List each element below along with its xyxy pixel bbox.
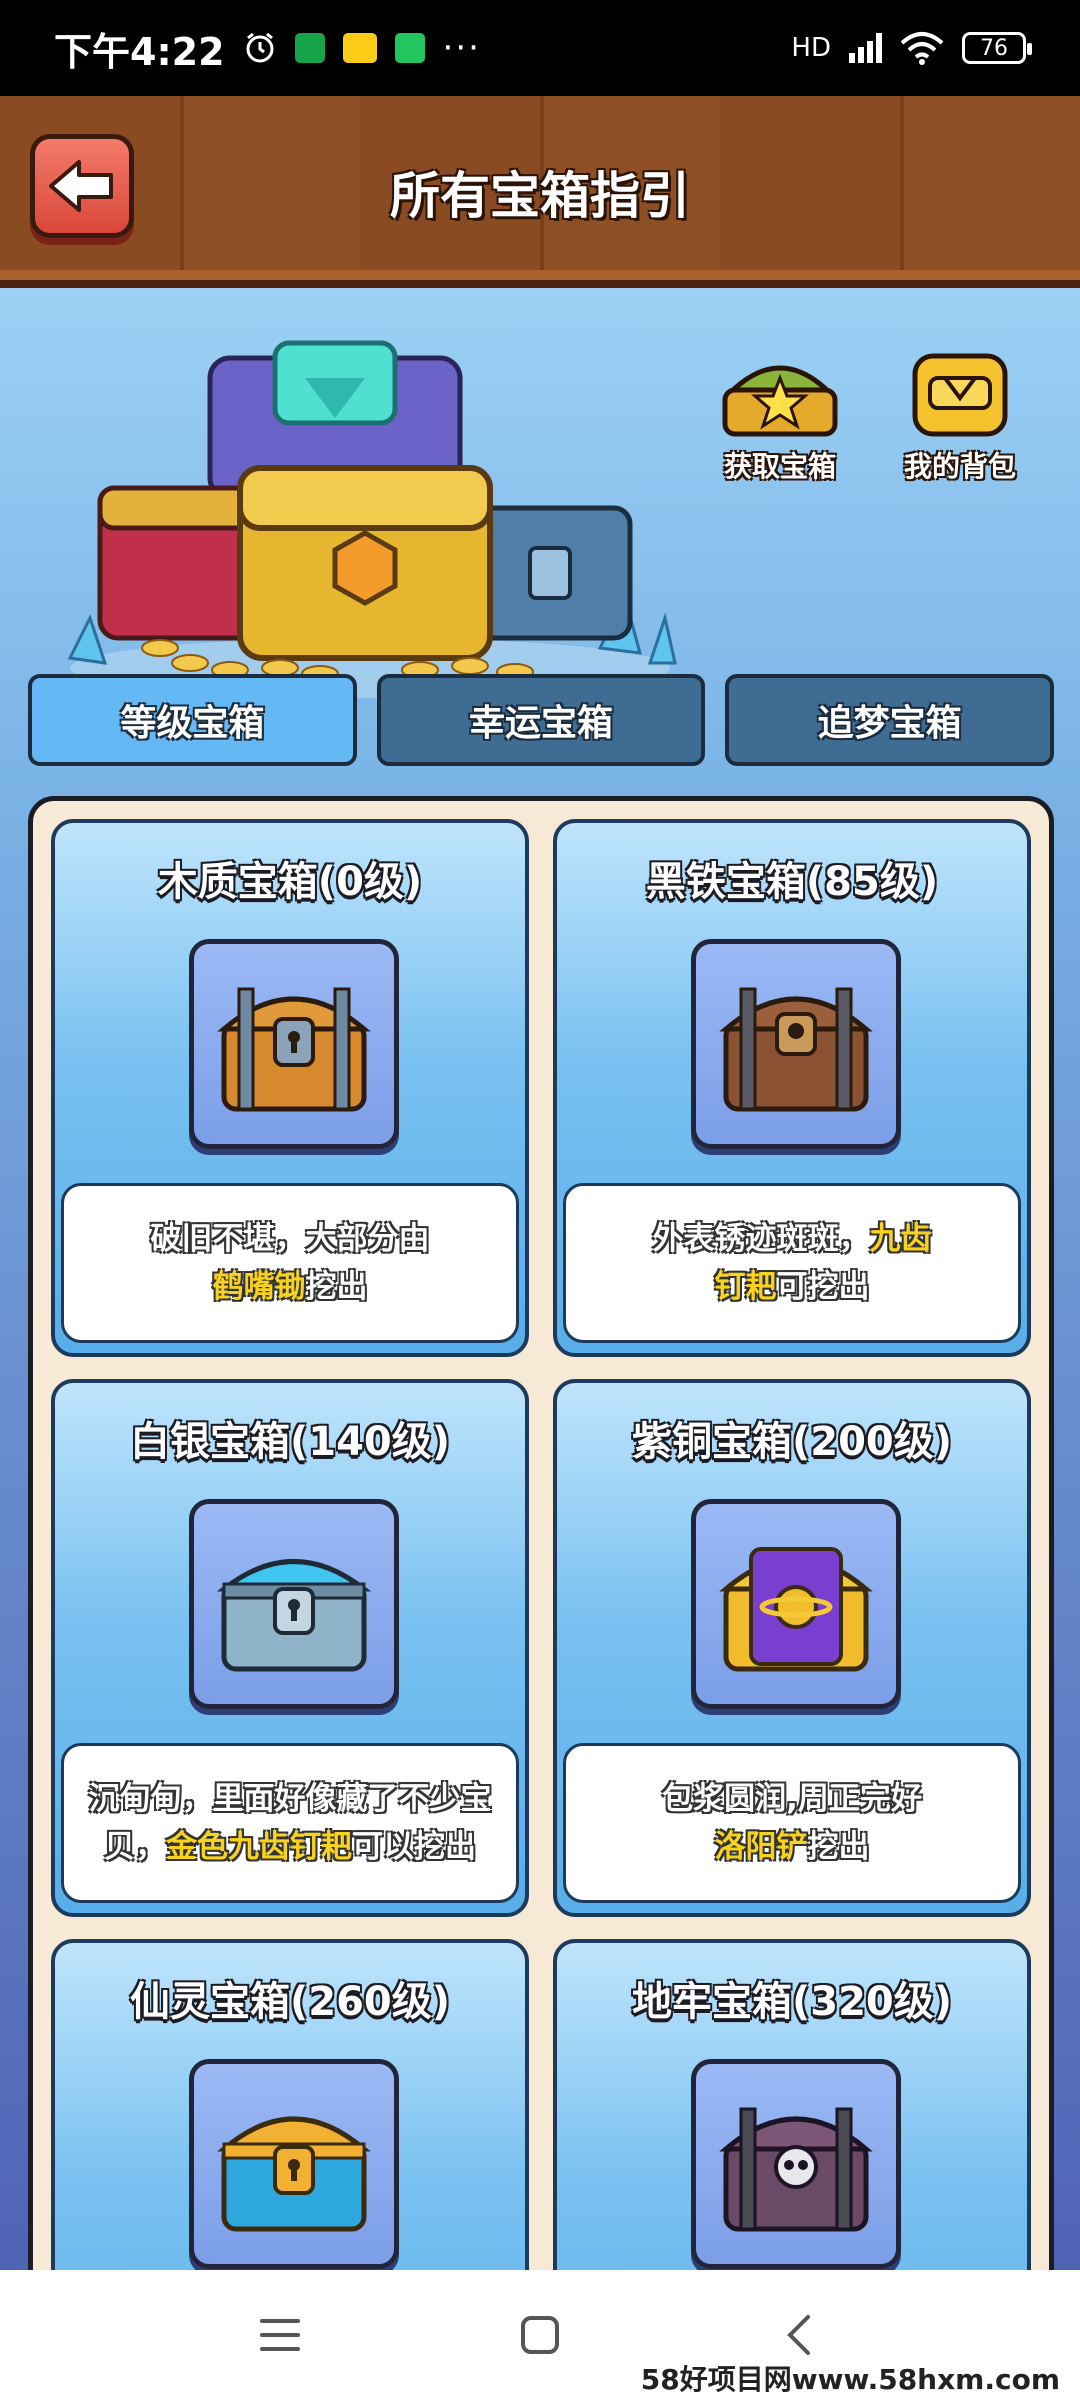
my-backpack-label: 我的背包 <box>903 450 1016 483</box>
watermark-text: 58好项目网www.58hxm.com <box>640 2363 1060 2396</box>
tab-dream-chest[interactable]: 追梦宝箱 <box>725 674 1055 766</box>
desc-line: 贝， <box>104 1829 166 1865</box>
chest-card-fairy[interactable]: 仙灵宝箱(260级) <box>51 1939 529 2270</box>
status-time: 下午4:22 <box>54 29 225 74</box>
alarm-icon <box>246 32 274 63</box>
chevron-left-icon <box>787 2315 810 2355</box>
menu-icon <box>260 2319 300 2351</box>
purple-gold-chest-icon <box>719 1547 873 1672</box>
chest-description: 破旧不堪，大部分由 鹤嘴锄挖出 <box>61 1183 519 1343</box>
chest-list-panel: 木质宝箱(0级) 破旧不堪，大部分由 鹤嘴锄挖出 黑铁宝箱(85级) 外表锈迹斑… <box>28 796 1054 2270</box>
get-chest-label: 获取宝箱 <box>723 450 836 483</box>
get-chest-button[interactable]: 获取宝箱 <box>705 348 855 485</box>
chest-image-frame <box>691 1499 901 1709</box>
tool-highlight: 洛阳铲 <box>714 1829 808 1865</box>
tool-highlight: 金色九齿钉耙 <box>166 1829 352 1865</box>
chest-title: 仙灵宝箱(260级) <box>129 1979 451 2025</box>
chest-title: 紫铜宝箱(200级) <box>631 1419 953 1465</box>
battery-icon: 76 <box>962 32 1032 64</box>
chest-card-dungeon[interactable]: 地牢宝箱(320级) <box>553 1939 1031 2270</box>
dungeon-skull-chest-icon <box>719 2107 873 2232</box>
chest-description: 外表锈迹斑斑，九齿 钉耙可挖出 <box>563 1183 1021 1343</box>
tab-lucky-chest[interactable]: 幸运宝箱 <box>376 674 706 766</box>
silver-chest-icon <box>216 1559 372 1672</box>
fairy-chest-icon <box>217 2116 371 2232</box>
desc-line: 挖出 <box>305 1269 368 1305</box>
chest-card-silver[interactable]: 白银宝箱(140级) 沉甸甸，里面好像藏了不少宝 贝，金色九齿钉耙可以挖出 <box>51 1379 529 1917</box>
chest-image-frame <box>189 2059 399 2269</box>
my-backpack-button[interactable]: 我的背包 <box>885 348 1035 485</box>
chest-image-frame <box>691 2059 901 2269</box>
chest-description: 包浆圆润,周正完好 洛阳铲挖出 <box>563 1743 1021 1903</box>
desc-line: 破旧不堪，大部分由 <box>150 1221 430 1257</box>
status-bar: 下午4:22 ··· HD 76 <box>0 0 1080 96</box>
more-notifications-icon: ··· <box>442 28 481 68</box>
home-button[interactable] <box>510 2305 570 2365</box>
chest-image-frame <box>189 939 399 1149</box>
chest-pile-illustration <box>67 340 677 698</box>
chest-card-iron[interactable]: 黑铁宝箱(85级) 外表锈迹斑斑，九齿 钉耙可挖出 <box>553 819 1031 1357</box>
meituan-app-icon <box>342 33 377 63</box>
desc-line: 挖出 <box>807 1829 870 1865</box>
chest-description: 沉甸甸，里面好像藏了不少宝 贝，金色九齿钉耙可以挖出 <box>61 1743 519 1903</box>
chest-card-wooden[interactable]: 木质宝箱(0级) 破旧不堪，大部分由 鹤嘴锄挖出 <box>51 819 529 1357</box>
home-square-icon <box>521 2316 559 2354</box>
download-app-icon <box>294 33 325 63</box>
tool-highlight: 鹤嘴锄 <box>212 1269 306 1305</box>
desc-line: 可挖出 <box>776 1269 870 1305</box>
wooden-chest-icon <box>217 987 371 1112</box>
chest-title: 黑铁宝箱(85级) <box>645 859 939 905</box>
main-content: 获取宝箱 我的背包 等级宝箱 幸运宝箱 追梦宝箱 木质宝箱(0级) 破旧不堪，大… <box>0 288 1080 2270</box>
header-bar: 所有宝箱指引 <box>0 96 1080 288</box>
backpack-icon <box>912 353 1008 437</box>
chest-grid: 木质宝箱(0级) 破旧不堪，大部分由 鹤嘴锄挖出 黑铁宝箱(85级) 外表锈迹斑… <box>51 819 1031 2270</box>
tool-highlight: 九齿 <box>869 1221 932 1257</box>
wifi-icon <box>900 32 944 65</box>
network-type: HD <box>791 33 831 63</box>
desc-line: 沉甸甸，里面好像藏了不少宝 <box>88 1781 492 1817</box>
tool-highlight: 钉耙 <box>714 1269 777 1305</box>
recent-apps-button[interactable] <box>250 2305 310 2365</box>
chest-title: 白银宝箱(140级) <box>129 1419 451 1465</box>
chest-category-tabs: 等级宝箱 幸运宝箱 追梦宝箱 <box>28 674 1055 766</box>
shield-app-icon <box>394 33 425 63</box>
iron-chest-icon <box>719 987 873 1112</box>
chest-image-frame <box>189 1499 399 1709</box>
system-navigation-bar: 58好项目网www.58hxm.com <box>0 2270 1080 2400</box>
chest-star-icon <box>722 365 838 437</box>
chest-title: 木质宝箱(0级) <box>157 859 423 905</box>
chest-title: 地牢宝箱(320级) <box>631 1979 953 2025</box>
desc-line: 可以挖出 <box>352 1829 476 1865</box>
desc-line: 包浆圆润,周正完好 <box>662 1781 922 1817</box>
page-title: 所有宝箱指引 <box>390 167 690 225</box>
chest-card-copper[interactable]: 紫铜宝箱(200级) 包浆圆润,周正完好 洛阳铲挖出 <box>553 1379 1031 1917</box>
system-back-button[interactable] <box>770 2305 830 2365</box>
desc-line: 外表锈迹斑斑， <box>652 1221 870 1257</box>
signal-icon <box>849 33 882 63</box>
chest-image-frame <box>691 939 901 1149</box>
tab-level-chest[interactable]: 等级宝箱 <box>28 674 357 766</box>
battery-level: 76 <box>980 35 1008 61</box>
